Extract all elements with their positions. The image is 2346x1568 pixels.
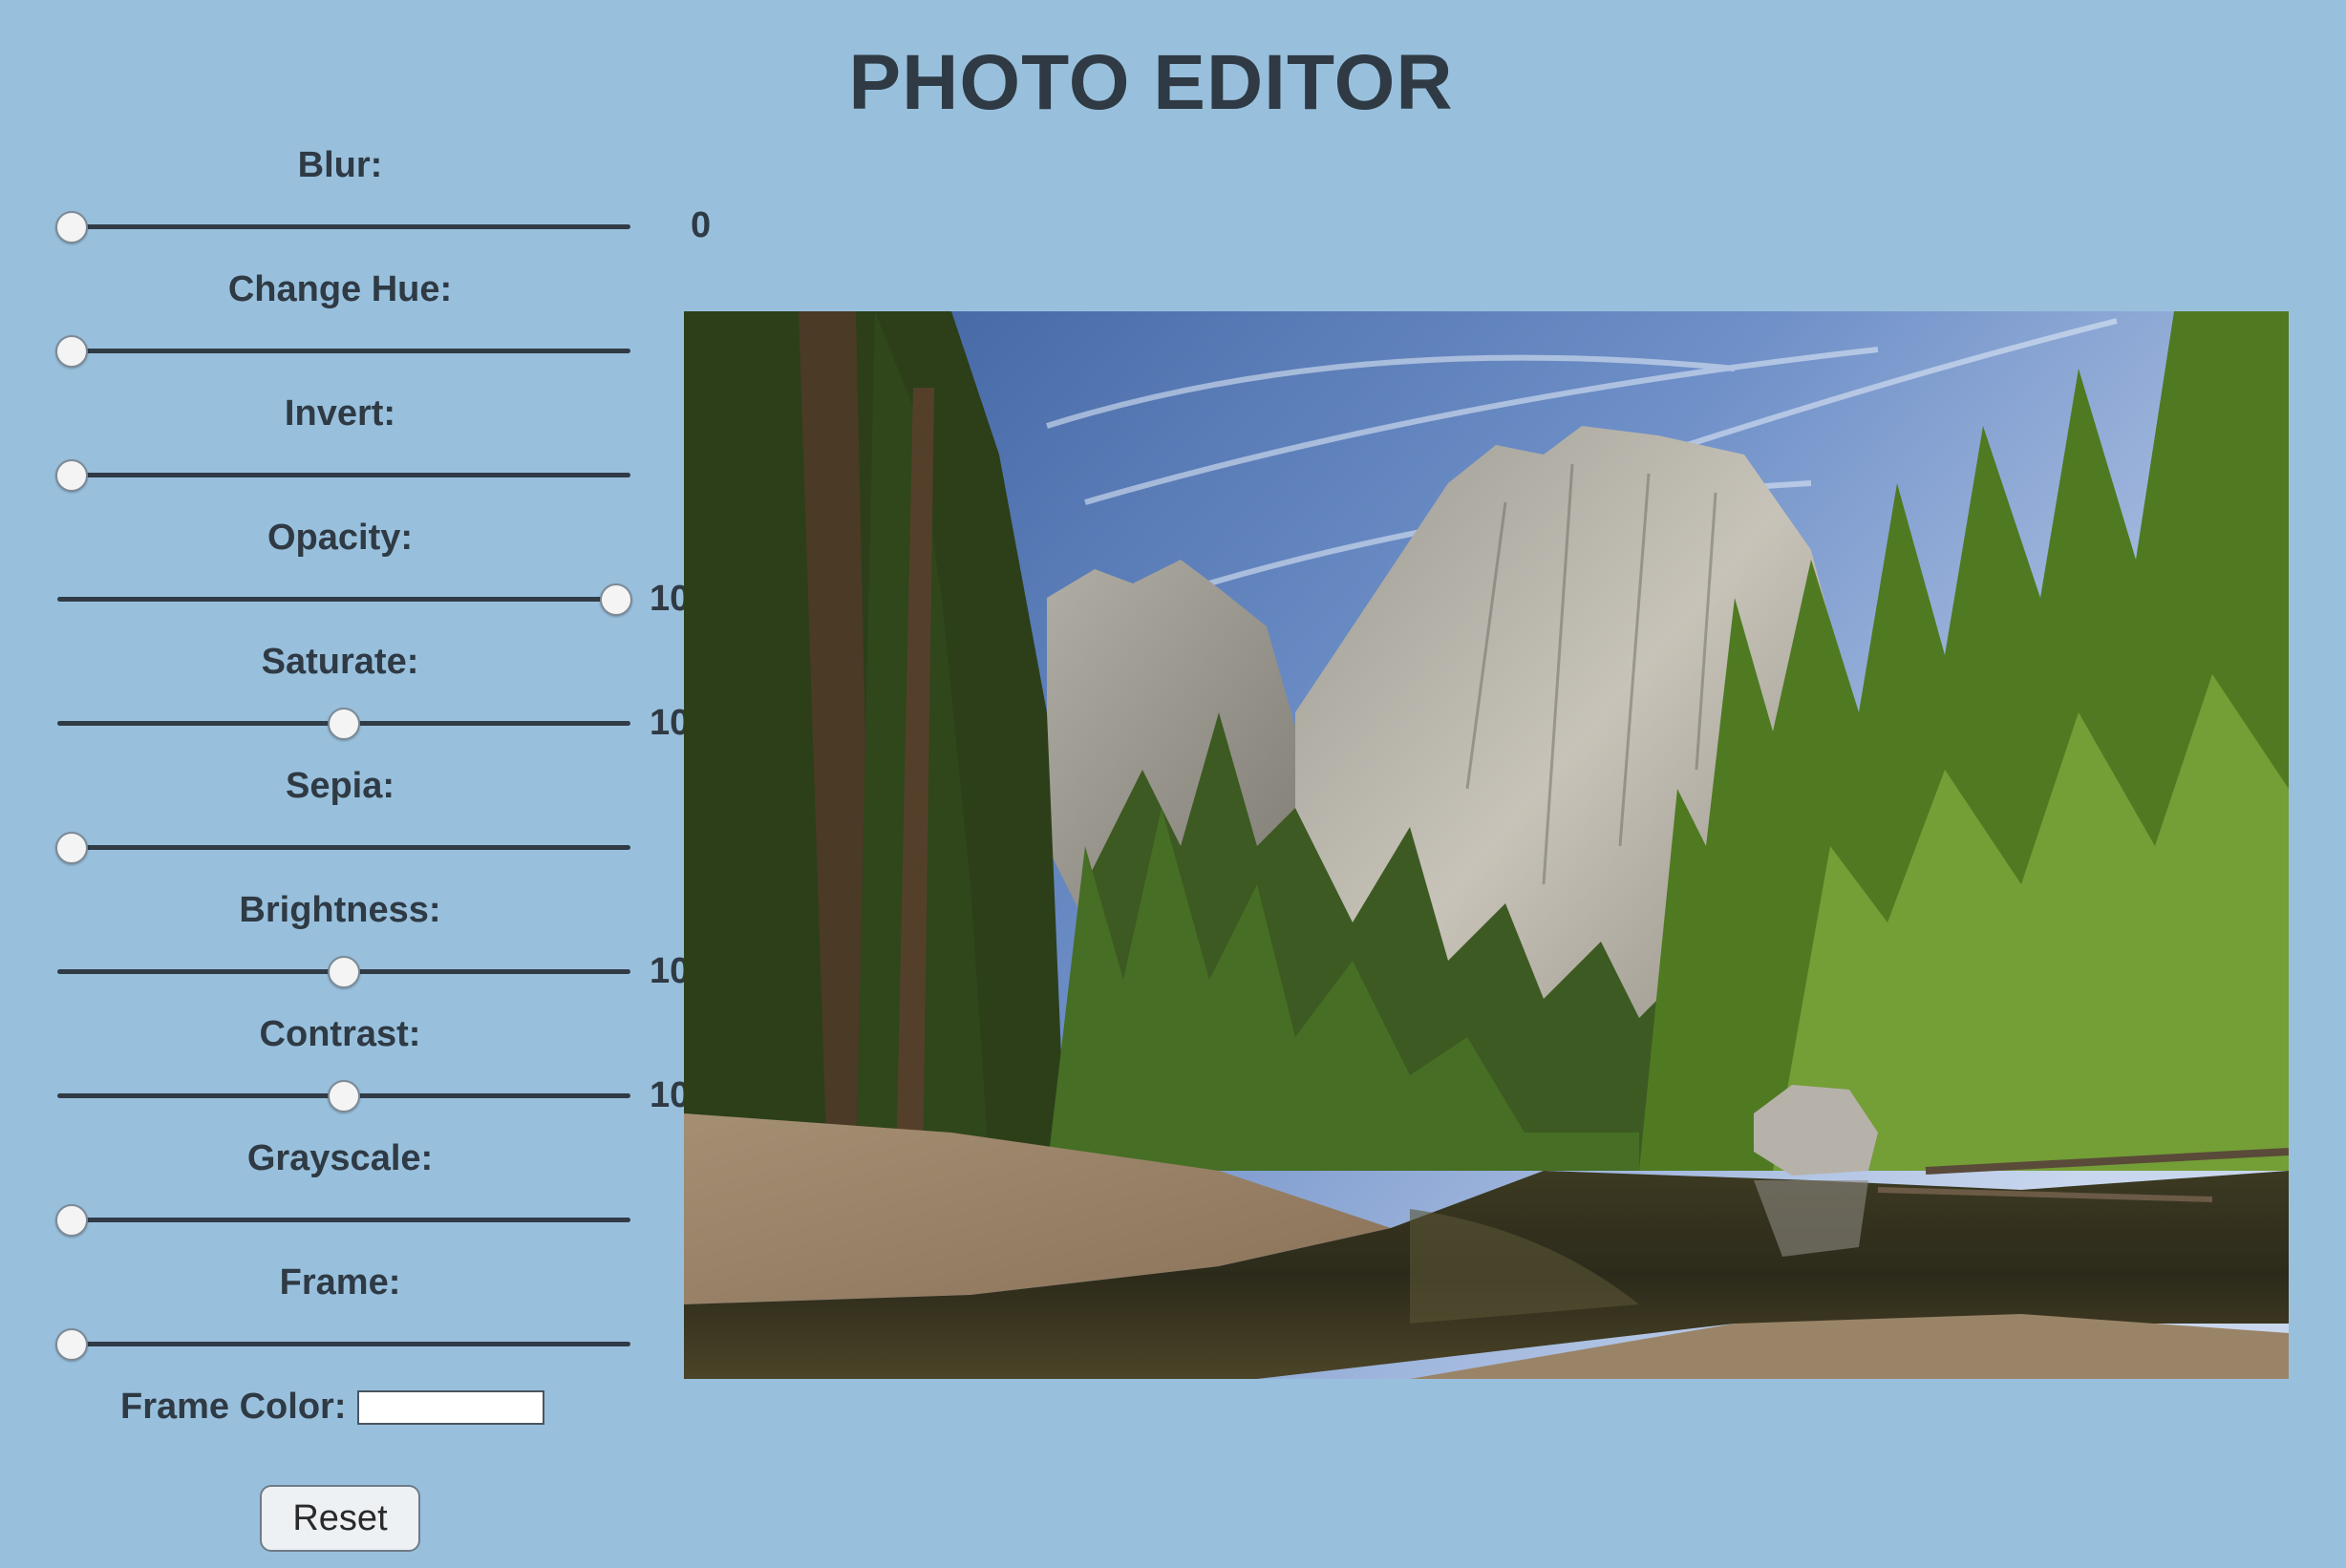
sepia-slider-track: [57, 845, 630, 850]
saturate-slider-thumb[interactable]: [328, 708, 360, 740]
blur-slider[interactable]: [55, 207, 630, 245]
opacity-slider[interactable]: [57, 580, 632, 618]
reset-button[interactable]: Reset: [260, 1485, 420, 1552]
invert-label: Invert:: [284, 393, 396, 434]
frame-color-picker[interactable]: [357, 1389, 545, 1425]
photo-preview: [684, 311, 2289, 1379]
sepia-slider-thumb[interactable]: [55, 832, 88, 864]
blur-label: Blur:: [297, 145, 383, 185]
contrast-label: Contrast:: [259, 1014, 421, 1054]
grayscale-slider-thumb[interactable]: [55, 1204, 88, 1237]
invert-slider-track: [57, 473, 630, 477]
brightness-slider-thumb[interactable]: [328, 956, 360, 988]
frame-label: Frame:: [279, 1262, 401, 1303]
frame-slider-thumb[interactable]: [55, 1328, 88, 1361]
blur-slider-track: [57, 224, 630, 229]
grayscale-slider[interactable]: [55, 1200, 630, 1239]
sepia-slider[interactable]: [55, 828, 630, 866]
frame-slider-track: [57, 1342, 630, 1346]
invert-slider-thumb[interactable]: [55, 459, 88, 492]
opacity-slider-track: [57, 597, 630, 602]
opacity-slider-thumb[interactable]: [600, 583, 632, 616]
contrast-slider-thumb[interactable]: [328, 1080, 360, 1112]
grayscale-slider-track: [57, 1218, 630, 1222]
frame-color-label: Frame Color:: [120, 1387, 347, 1427]
saturate-label: Saturate:: [261, 642, 419, 682]
brightness-label: Brightness:: [239, 890, 441, 930]
hue-slider-track: [57, 349, 630, 353]
brightness-slider[interactable]: [57, 952, 630, 990]
landscape-photo: [684, 311, 2289, 1379]
page-title: PHOTO EDITOR: [848, 39, 1454, 126]
blur-value: 0: [691, 205, 712, 245]
opacity-label: Opacity:: [267, 518, 414, 558]
hue-slider-thumb[interactable]: [55, 335, 88, 368]
hue-label: Change Hue:: [227, 269, 453, 309]
contrast-slider[interactable]: [57, 1076, 630, 1114]
saturate-slider[interactable]: [57, 704, 630, 742]
hue-slider[interactable]: [55, 331, 630, 370]
frame-color-row: Frame Color:: [120, 1387, 545, 1428]
blur-slider-thumb[interactable]: [55, 211, 88, 244]
grayscale-label: Grayscale:: [246, 1138, 434, 1178]
frame-slider[interactable]: [55, 1324, 630, 1363]
invert-slider[interactable]: [55, 456, 630, 494]
sepia-label: Sepia:: [285, 766, 395, 806]
